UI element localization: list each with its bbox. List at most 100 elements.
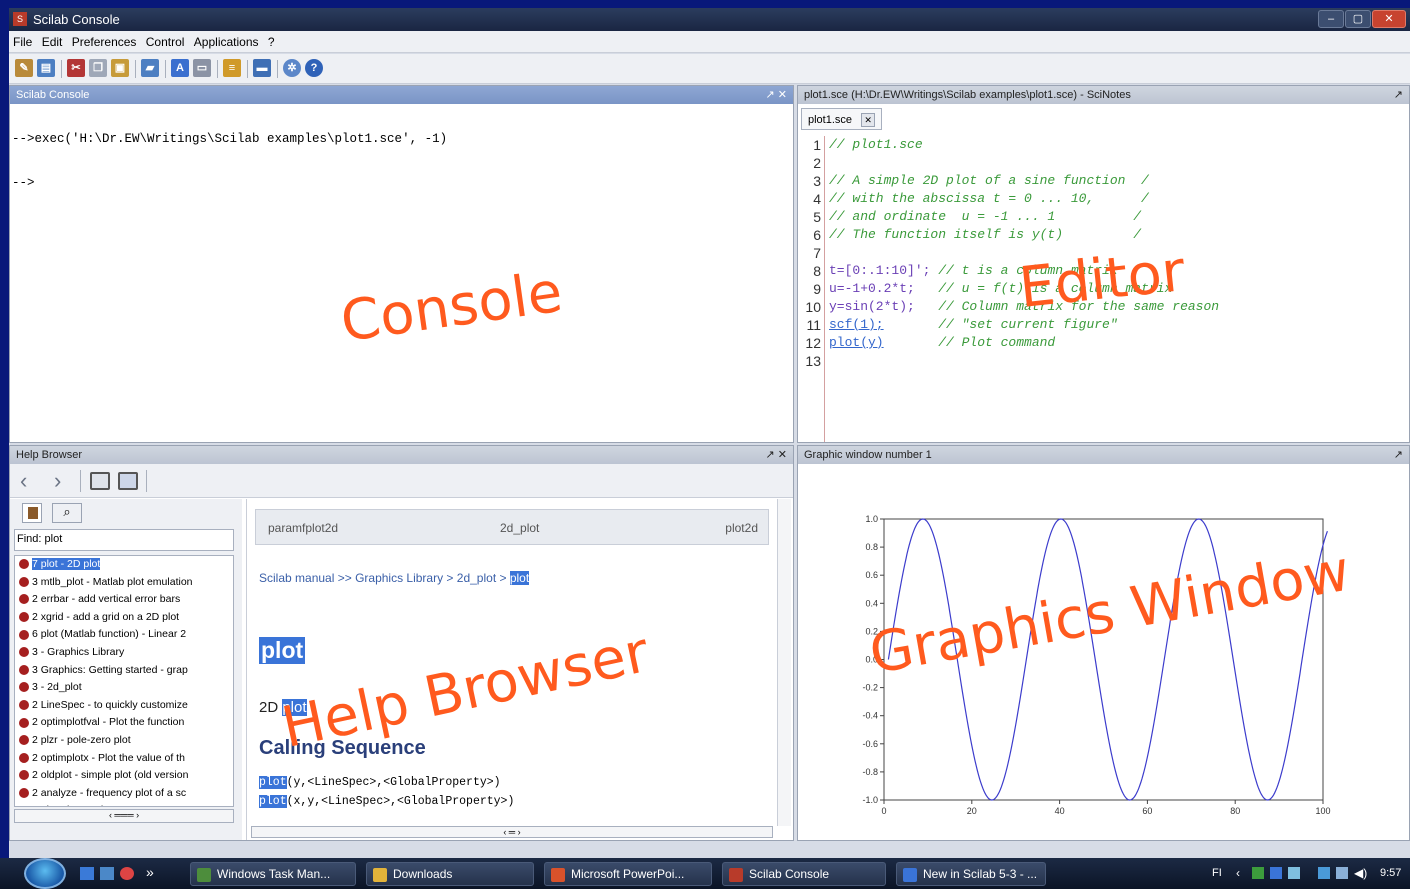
search-result-item[interactable]: 2 xgrid - add a grid on a 2D plot [15, 609, 233, 627]
console-output[interactable]: -->exec('H:\Dr.EW\Writings\Scilab exampl… [10, 104, 793, 442]
search-result-item[interactable]: 2 oldplot - simple plot (old version [15, 767, 233, 785]
search-results-list[interactable]: 7 plot - 2D plot 3 mtlb_plot - Matlab plo… [14, 555, 234, 807]
search-result-item[interactable]: 3 - 2d_plot [15, 679, 233, 697]
graphic-window-area[interactable]: 1.0 0.8 0.6 0.4 0.2 0.0 -0.2 -0.4 -0.6 -0.8 -1.0 0 2… [798, 464, 1409, 840]
page-setup-icon[interactable] [118, 472, 138, 490]
content-vertical-scrollbar[interactable] [777, 499, 791, 826]
paste-icon[interactable]: ▣ [111, 59, 129, 77]
change-directory-icon[interactable]: ▰ [141, 59, 159, 77]
help-icon[interactable]: ? [305, 59, 323, 77]
tray-expand-icon[interactable]: ‹ [1236, 866, 1240, 880]
console-header-controls[interactable]: ↗ ✕ [766, 88, 788, 101]
xcos-icon[interactable]: ▬ [253, 59, 271, 77]
tray-monitor-icon[interactable] [1288, 867, 1300, 879]
tab-plot1-sce[interactable]: plot1.sce ✕ [801, 108, 883, 130]
nav-prev-link[interactable]: paramfplot2d [268, 521, 338, 535]
nav-next-link[interactable]: plot2d [725, 521, 758, 535]
search-result-item[interactable]: 2 plot2d - 2D plot [15, 802, 233, 806]
search-result-item[interactable]: 3 Graphics: Getting started - grap [15, 662, 233, 680]
x-tick-label: 20 [967, 806, 977, 816]
new-script-icon[interactable]: ✎ [15, 59, 33, 77]
menu-preferences[interactable]: Preferences [68, 31, 139, 49]
search-result-item[interactable]: 2 plzr - pole-zero plot [15, 732, 233, 750]
result-bullet-icon [19, 629, 29, 640]
close-tab-icon[interactable]: ✕ [861, 113, 876, 127]
taskbar-button-label: Scilab Console [749, 867, 830, 881]
search-result-item[interactable]: 7 plot - 2D plot [15, 556, 233, 574]
editor-undock-control[interactable]: ↗ [1394, 88, 1403, 101]
clock[interactable]: 9:57 [1380, 867, 1401, 879]
contents-tab[interactable] [22, 503, 42, 523]
minimize-button[interactable]: – [1318, 10, 1344, 28]
help-header: Help Browser ↗ ✕ [10, 446, 793, 464]
start-button[interactable] [24, 858, 66, 889]
search-tab[interactable]: ⌕ [52, 503, 82, 523]
result-bullet-icon [19, 699, 29, 710]
menu-edit[interactable]: Edit [38, 31, 65, 49]
open-file-icon[interactable]: ▤ [37, 59, 55, 77]
copy-icon[interactable]: ❐ [89, 59, 107, 77]
breadcrumb-section[interactable]: 2d_plot [457, 571, 496, 585]
search-result-item[interactable]: 2 optimplotx - Plot the value of th [15, 750, 233, 768]
taskbar-button-label: Downloads [393, 867, 453, 881]
cut-icon[interactable]: ✂ [67, 59, 85, 77]
menu-control[interactable]: Control [142, 31, 187, 49]
language-indicator[interactable]: FI [1212, 867, 1222, 879]
search-result-item[interactable]: 2 LineSpec - to quickly customize [15, 697, 233, 715]
tray-connection-icon[interactable] [1336, 867, 1348, 879]
graphics-undock-control[interactable]: ↗ [1394, 448, 1403, 461]
maximize-button[interactable]: ▢ [1345, 10, 1371, 28]
font-icon[interactable]: A [171, 59, 189, 77]
taskbar-button[interactable]: Microsoft PowerPoi... [544, 862, 712, 886]
result-bullet-icon [19, 787, 29, 798]
find-field[interactable]: Find: plot [14, 529, 234, 551]
tray-app-icon[interactable] [1270, 867, 1282, 879]
results-horizontal-scrollbar[interactable]: ‹ ═══ › [14, 809, 234, 823]
taskbar-button[interactable]: New in Scilab 5-3 - ... [896, 862, 1046, 886]
search-result-item[interactable]: 2 errbar - add vertical error bars [15, 591, 233, 609]
tray-security-icon[interactable] [1318, 867, 1330, 879]
browser-quicklaunch-icon[interactable] [120, 867, 134, 880]
editor-header-title: plot1.sce (H:\Dr.EW\Writings\Scilab exam… [804, 89, 1131, 101]
volume-icon[interactable]: ◀) [1354, 866, 1367, 880]
search-result-item[interactable]: 3 - Graphics Library [15, 644, 233, 662]
menu-file[interactable]: File [9, 31, 34, 49]
result-bullet-icon [19, 752, 29, 763]
content-horizontal-scrollbar[interactable]: ‹ ═ › [251, 826, 773, 838]
more-quicklaunch-icon[interactable]: » [146, 864, 154, 880]
breadcrumb-manual[interactable]: Scilab manual [259, 571, 334, 585]
scilab-app-icon: S [13, 12, 27, 26]
breadcrumb-current: plot [509, 571, 530, 585]
taskbar-button[interactable]: Windows Task Man... [190, 862, 356, 886]
help-header-controls[interactable]: ↗ ✕ [766, 448, 788, 461]
menu-applications[interactable]: Applications [190, 31, 261, 49]
graphics-header-title: Graphic window number 1 [804, 449, 932, 461]
search-result-item[interactable]: 3 mtlb_plot - Matlab plot emulation [15, 574, 233, 592]
search-result-item[interactable]: 2 analyze - frequency plot of a sc [15, 785, 233, 803]
close-button[interactable]: ✕ [1372, 10, 1406, 28]
taskbar-app-icon [197, 868, 211, 882]
menu-help[interactable]: ? [264, 31, 277, 49]
switch-windows-icon[interactable] [100, 867, 114, 880]
taskbar-button[interactable]: Downloads [366, 862, 534, 886]
title-bar[interactable]: S Scilab Console – ▢ ✕ [9, 8, 1410, 31]
print-icon[interactable] [90, 472, 110, 490]
scinotes-icon[interactable]: ≡ [223, 59, 241, 77]
taskbar-button[interactable]: Scilab Console [722, 862, 886, 886]
code-line-3: // A simple 2D plot of a sine function / [829, 173, 1149, 188]
line-number-gutter: 1 2 3 4 5 6 7 8 9 10 11 12 13 [801, 136, 825, 442]
show-desktop-icon[interactable] [80, 867, 94, 880]
help-page-title: plot [259, 637, 306, 664]
demos-icon[interactable]: ✲ [283, 59, 301, 77]
breadcrumb-library[interactable]: Graphics Library [355, 571, 443, 585]
forward-arrow-icon[interactable]: › [54, 468, 61, 494]
nav-up-link[interactable]: 2d_plot [500, 521, 539, 535]
search-result-item[interactable]: 6 plot (Matlab function) - Linear 2 [15, 626, 233, 644]
print-icon[interactable]: ▭ [193, 59, 211, 77]
tray-network-icon[interactable] [1252, 867, 1264, 879]
result-text: 2 optimplotx - Plot the value of th [32, 751, 185, 764]
code-editor[interactable]: 1 2 3 4 5 6 7 8 9 10 11 12 13 // plot1.sce // A simp… [801, 136, 1409, 442]
editor-header: plot1.sce (H:\Dr.EW\Writings\Scilab exam… [798, 86, 1409, 104]
back-arrow-icon[interactable]: ‹ [20, 468, 27, 494]
search-result-item[interactable]: 2 optimplotfval - Plot the function [15, 714, 233, 732]
